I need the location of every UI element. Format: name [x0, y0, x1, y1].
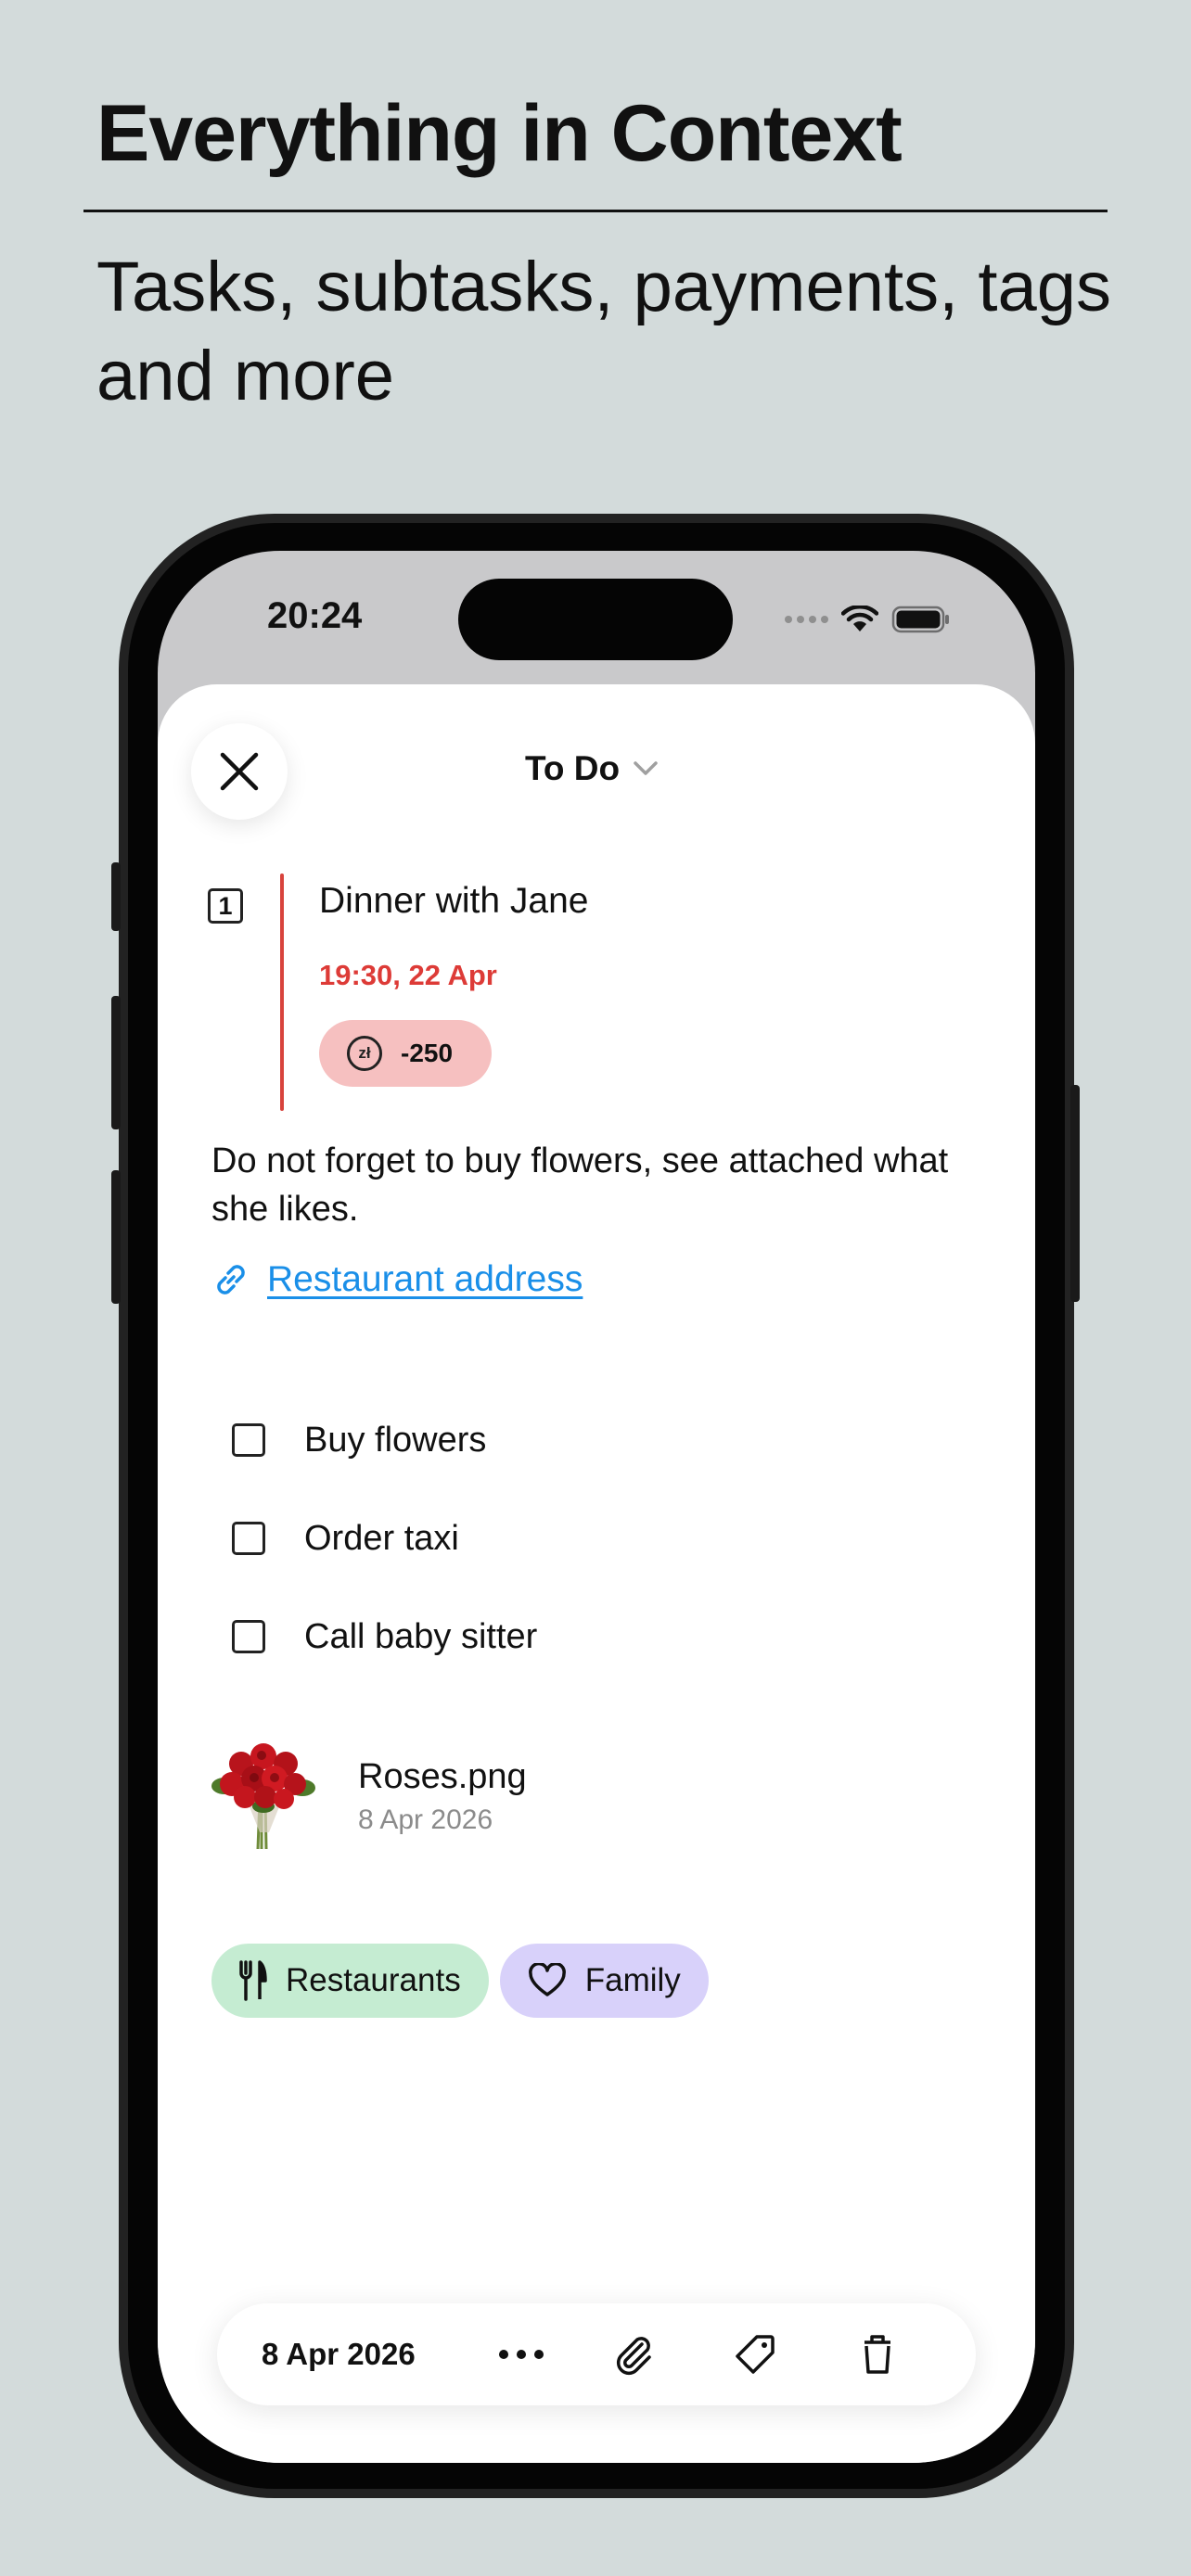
paperclip-icon [616, 2337, 651, 2376]
battery-icon [891, 606, 949, 633]
subtask-checkbox[interactable] [232, 1522, 265, 1555]
headline-divider [83, 210, 1108, 212]
power-button [1070, 1085, 1080, 1302]
tag-list: Restaurants Family [211, 1944, 709, 2018]
more-icon [499, 2350, 544, 2359]
subtask-item[interactable]: Order taxi [232, 1489, 537, 1588]
attachment-date: 8 Apr 2026 [358, 1804, 493, 1835]
roses-thumbnail [211, 1743, 315, 1850]
attachment-item[interactable]: Roses.png 8 Apr 2026 [208, 1740, 527, 1853]
list-selector[interactable]: To Do [525, 749, 659, 788]
subtask-checkbox[interactable] [232, 1620, 265, 1653]
phone-screen: 20:24 To Do 1 Dinner with Jane 19:30, 22… [158, 551, 1035, 2463]
subtask-item[interactable]: Buy flowers [232, 1391, 537, 1489]
subtask-label: Buy flowers [304, 1420, 487, 1460]
subtask-list: Buy flowers Order taxi Call baby sitter [232, 1391, 537, 1686]
volume-up-button [111, 996, 121, 1129]
attachment-name: Roses.png [358, 1756, 527, 1796]
tag-label: Family [584, 1962, 681, 1998]
chevron-down-icon [634, 761, 658, 775]
payment-amount: -250 [401, 1039, 454, 1067]
date-button[interactable]: 8 Apr 2026 [262, 2337, 416, 2372]
action-button [111, 862, 121, 931]
wifi-icon [841, 606, 878, 631]
volume-down-button [111, 1170, 121, 1304]
link-label: Restaurant address [267, 1259, 583, 1299]
fork-knife-icon [239, 1960, 267, 2001]
subtask-item[interactable]: Call baby sitter [232, 1588, 537, 1686]
more-button[interactable] [495, 2328, 547, 2380]
task-note[interactable]: Do not forget to buy flowers, see attach… [211, 1137, 954, 1233]
dynamic-island [458, 579, 733, 660]
tag-family[interactable]: Family [499, 1944, 709, 2018]
priority-indicator [280, 874, 284, 1111]
link-icon [217, 1265, 245, 1294]
subtask-checkbox[interactable] [232, 1423, 265, 1457]
task-detail-sheet: To Do 1 Dinner with Jane 19:30, 22 Apr z… [158, 684, 1035, 2463]
task-due-date[interactable]: 19:30, 22 Apr [319, 959, 497, 992]
marketing-headline: Everything in Context [96, 89, 903, 178]
attach-button[interactable] [608, 2328, 660, 2380]
cellular-signal-icon [785, 616, 828, 623]
subtask-label: Order taxi [304, 1518, 459, 1558]
tag-button[interactable] [729, 2328, 781, 2380]
currency-icon: zł [347, 1036, 382, 1071]
trash-icon [864, 2335, 890, 2374]
task-title[interactable]: Dinner with Jane [319, 881, 588, 922]
subtask-label: Call baby sitter [304, 1616, 538, 1656]
status-time: 20:24 [267, 595, 363, 636]
close-button[interactable] [191, 723, 288, 820]
heart-icon [528, 1963, 566, 1996]
restaurant-link[interactable]: Restaurant address [211, 1259, 583, 1300]
close-icon [220, 752, 259, 791]
payment-badge[interactable]: zł -250 [319, 1020, 492, 1087]
delete-button[interactable] [852, 2328, 903, 2380]
bottom-toolbar: 8 Apr 2026 [217, 2303, 976, 2405]
tag-icon [736, 2335, 775, 2374]
tag-restaurants[interactable]: Restaurants [211, 1944, 489, 2018]
list-name: To Do [525, 749, 621, 787]
marketing-subhead: Tasks, subtasks, payments, tags and more [96, 248, 1112, 415]
priority-number-badge[interactable]: 1 [208, 888, 243, 924]
tag-label: Restaurants [286, 1962, 461, 1998]
status-indicators [785, 603, 951, 636]
